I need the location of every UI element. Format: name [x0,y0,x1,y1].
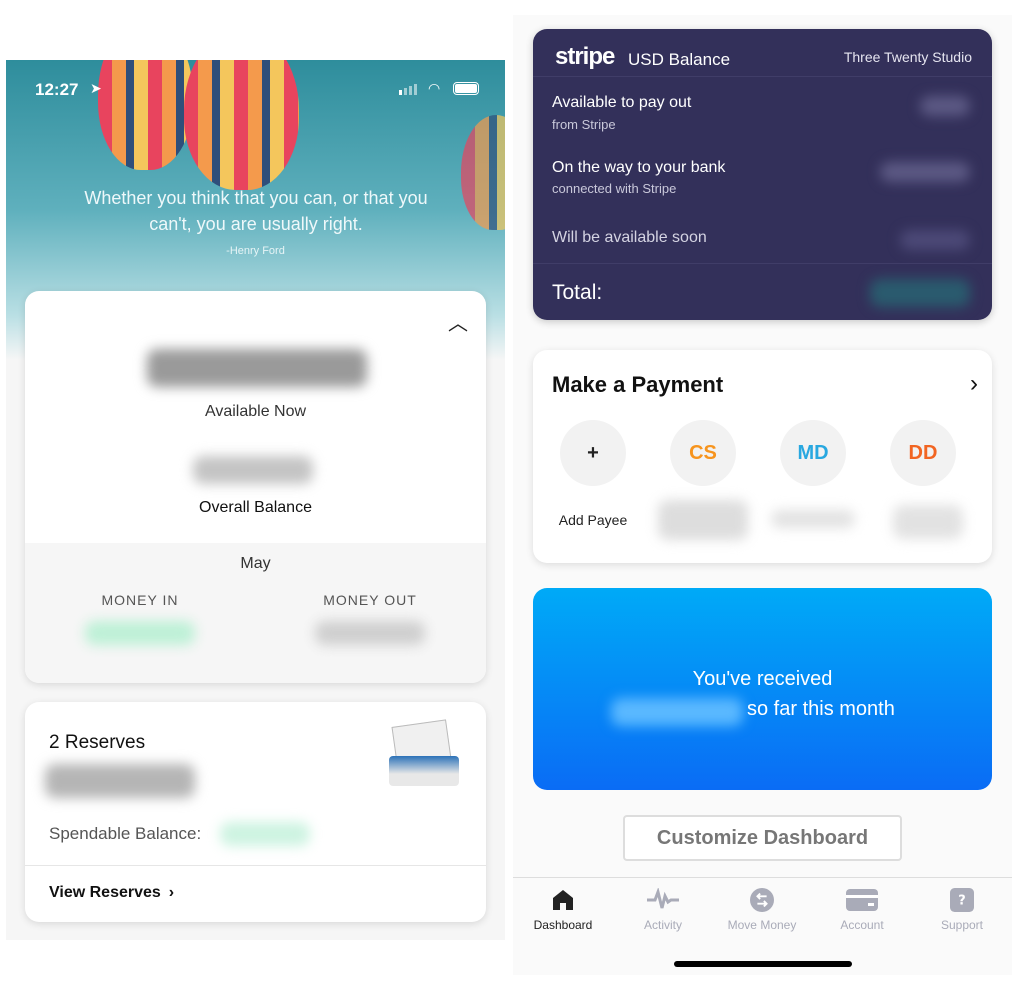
overall-balance-label: Overall Balance [199,499,312,516]
divider [533,263,992,264]
monthly-summary: May MONEY IN MONEY OUT [25,543,486,683]
payee-md[interactable]: MD [780,420,846,486]
quote-author: -Henry Ford [226,245,285,257]
received-line1: You've received [692,668,833,690]
view-reserves-label: View Reserves [49,884,161,901]
available-payout-sub: from Stripe [552,117,616,132]
month-label: May [240,555,271,572]
battery-icon [453,82,479,95]
tab-move-money[interactable]: Move Money [712,888,812,932]
tab-support[interactable]: ? Support [912,888,1012,932]
mail-tray-icon [389,718,459,788]
money-out-blurred [315,621,425,645]
soon-amount-blurred [900,230,970,250]
add-payee-button[interactable]: + [560,420,626,486]
spendable-amount-blurred [220,822,310,846]
balance-card: ︿ Available Now Overall Balance May MONE… [25,291,486,683]
on-the-way-label: On the way to your bank [552,159,726,176]
balloon-image [98,60,193,170]
money-out-label: MONEY OUT [323,592,417,608]
tab-account[interactable]: Account [812,888,912,932]
reserves-amount-blurred [45,764,195,798]
stripe-account-name: Three Twenty Studio [843,49,972,65]
tab-label: Move Money [727,918,797,932]
stripe-logo: stripe [555,43,615,70]
balloon-image [184,60,299,190]
payee-name-blurred [658,500,748,540]
collapse-chevron-icon[interactable]: ︿ [448,307,468,336]
payee-name-blurred [771,510,855,528]
stripe-balance-card[interactable]: stripe USD Balance Three Twenty Studio A… [533,29,992,320]
svg-text:?: ? [958,894,966,909]
payout-amount-blurred [920,96,970,116]
wifi-icon: ◠ [428,80,441,96]
left-phone-screen: 12:27 ➤ ◠ Whether you think that you can… [6,60,505,940]
quote-text: Whether you think that you can, or that … [84,188,428,234]
reserves-card: 2 Reserves Spendable Balance: View Reser… [25,702,486,922]
spendable-balance-label: Spendable Balance: [49,824,202,843]
transfer-icon [750,888,774,912]
on-the-way-sub: connected with Stripe [552,181,677,196]
overall-amount-blurred [193,456,313,484]
divider [25,865,486,866]
money-in-blurred [85,621,195,645]
available-soon-label: Will be available soon [552,229,707,246]
money-in-label: MONEY IN [101,592,179,608]
status-time: 12:27 [35,80,79,99]
available-amount-blurred [147,349,367,387]
stripe-card-title: USD Balance [628,50,731,69]
tab-label: Activity [643,918,682,932]
view-reserves-link[interactable]: View Reserves › [49,884,174,902]
tab-bar-divider [513,877,1012,878]
home-indicator [674,961,852,967]
activity-icon [647,888,679,909]
chevron-right-icon: › [168,884,175,901]
payee-cs[interactable]: CS [670,420,736,486]
card-icon [846,889,878,911]
payee-dd[interactable]: DD [890,420,956,486]
payee-name-blurred [893,505,963,539]
tab-activity[interactable]: Activity [613,888,713,932]
balloon-image [461,115,505,230]
make-payment-title: Make a Payment [552,372,724,397]
location-icon: ➤ [90,80,102,96]
signal-icon [399,84,417,95]
tab-label: Account [840,918,884,932]
available-payout-label: Available to pay out [552,94,692,111]
received-amount-blurred [611,698,743,726]
add-payee-label: Add Payee [558,512,628,528]
received-card: You've received so far this month [533,588,992,790]
available-now-label: Available Now [204,403,307,420]
on-the-way-amount-blurred [880,162,970,182]
received-line2: so far this month [747,698,895,720]
customize-dashboard-button[interactable]: Customize Dashboard [623,815,902,861]
tab-label: Dashboard [533,918,593,932]
make-payment-card: Make a Payment › + Add Payee CS MD DD [533,350,992,563]
help-icon: ? [950,888,974,912]
total-label: Total: [552,281,603,304]
chevron-right-icon[interactable]: › [970,370,978,398]
right-phone-screen: stripe USD Balance Three Twenty Studio A… [513,15,1012,975]
total-amount-blurred [870,279,970,307]
tab-label: Support [940,918,984,932]
tab-dashboard[interactable]: Dashboard [513,888,613,932]
reserves-title: 2 Reserves [49,732,146,753]
divider [533,76,992,77]
home-icon [553,890,573,910]
